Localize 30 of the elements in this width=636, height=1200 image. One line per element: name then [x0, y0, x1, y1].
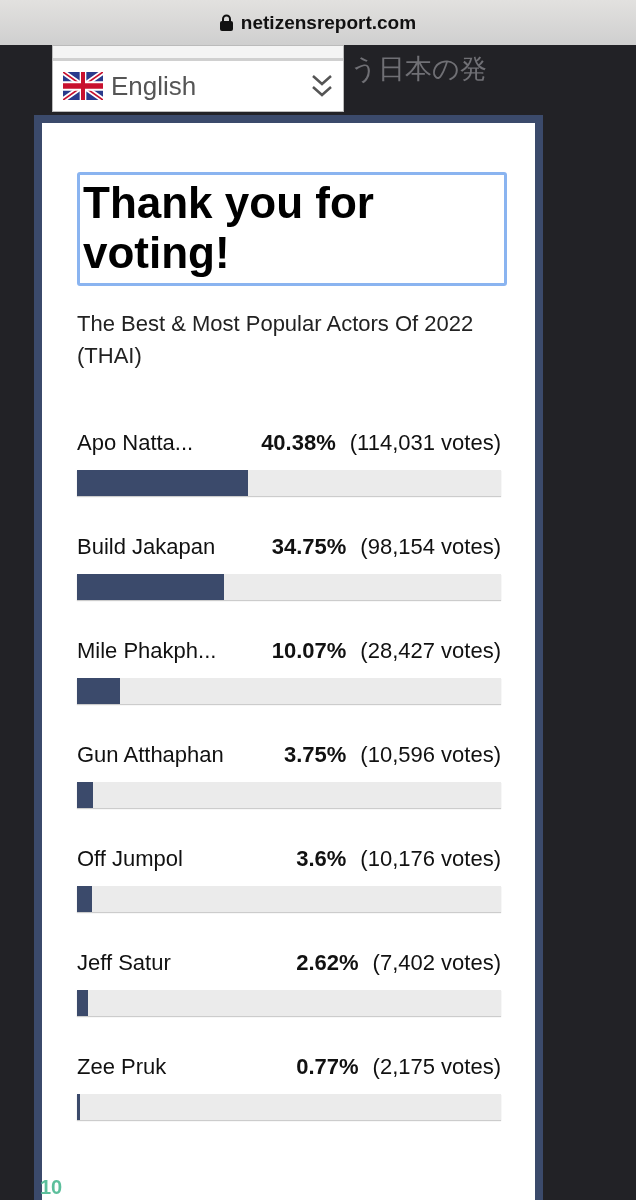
option-percent: 3.75% [283, 742, 347, 768]
option-votes: (98,154 votes) [360, 534, 501, 560]
poll-question: The Best & Most Popular Actors Of 2022 (THAI) [77, 310, 475, 370]
option-percent: 2.62% [296, 950, 359, 976]
option-name: Off Jumpol [77, 846, 184, 872]
option-percent: 10.07% [271, 638, 347, 664]
address-bar[interactable]: netizensreport.com [0, 0, 636, 45]
heading-text: う日本の発 [350, 52, 487, 86]
option-votes: (10,176 votes) [360, 846, 501, 872]
option-votes: (10,596 votes) [360, 742, 501, 768]
double-chevron-icon [311, 73, 333, 99]
option-name: Jeff Satur [77, 950, 172, 976]
option-votes: (114,031 votes) [349, 430, 501, 456]
option-name: Zee Pruk [77, 1054, 168, 1080]
language-dropdown[interactable]: English [52, 45, 344, 112]
flag-icon [63, 72, 103, 100]
option-percent: 0.77% [296, 1054, 359, 1080]
option-name: Apo Natta... [77, 430, 195, 456]
option-votes: (2,175 votes) [372, 1054, 501, 1080]
poll-title: Thank you for voting! [77, 172, 507, 286]
option-percent: 3.6% [296, 846, 347, 872]
option-percent: 34.75% [271, 534, 347, 560]
option-percent: 40.38% [261, 430, 336, 456]
option-name: Build Jakapan [77, 534, 217, 560]
lock-icon [219, 14, 233, 31]
option-votes: (7,402 votes) [372, 950, 501, 976]
url-text: netizensreport.com [240, 11, 417, 34]
option-name: Gun Atthaphan [77, 742, 225, 768]
option-votes: (28,427 votes) [360, 638, 501, 664]
option-name: Mile Phakph... [77, 638, 218, 664]
